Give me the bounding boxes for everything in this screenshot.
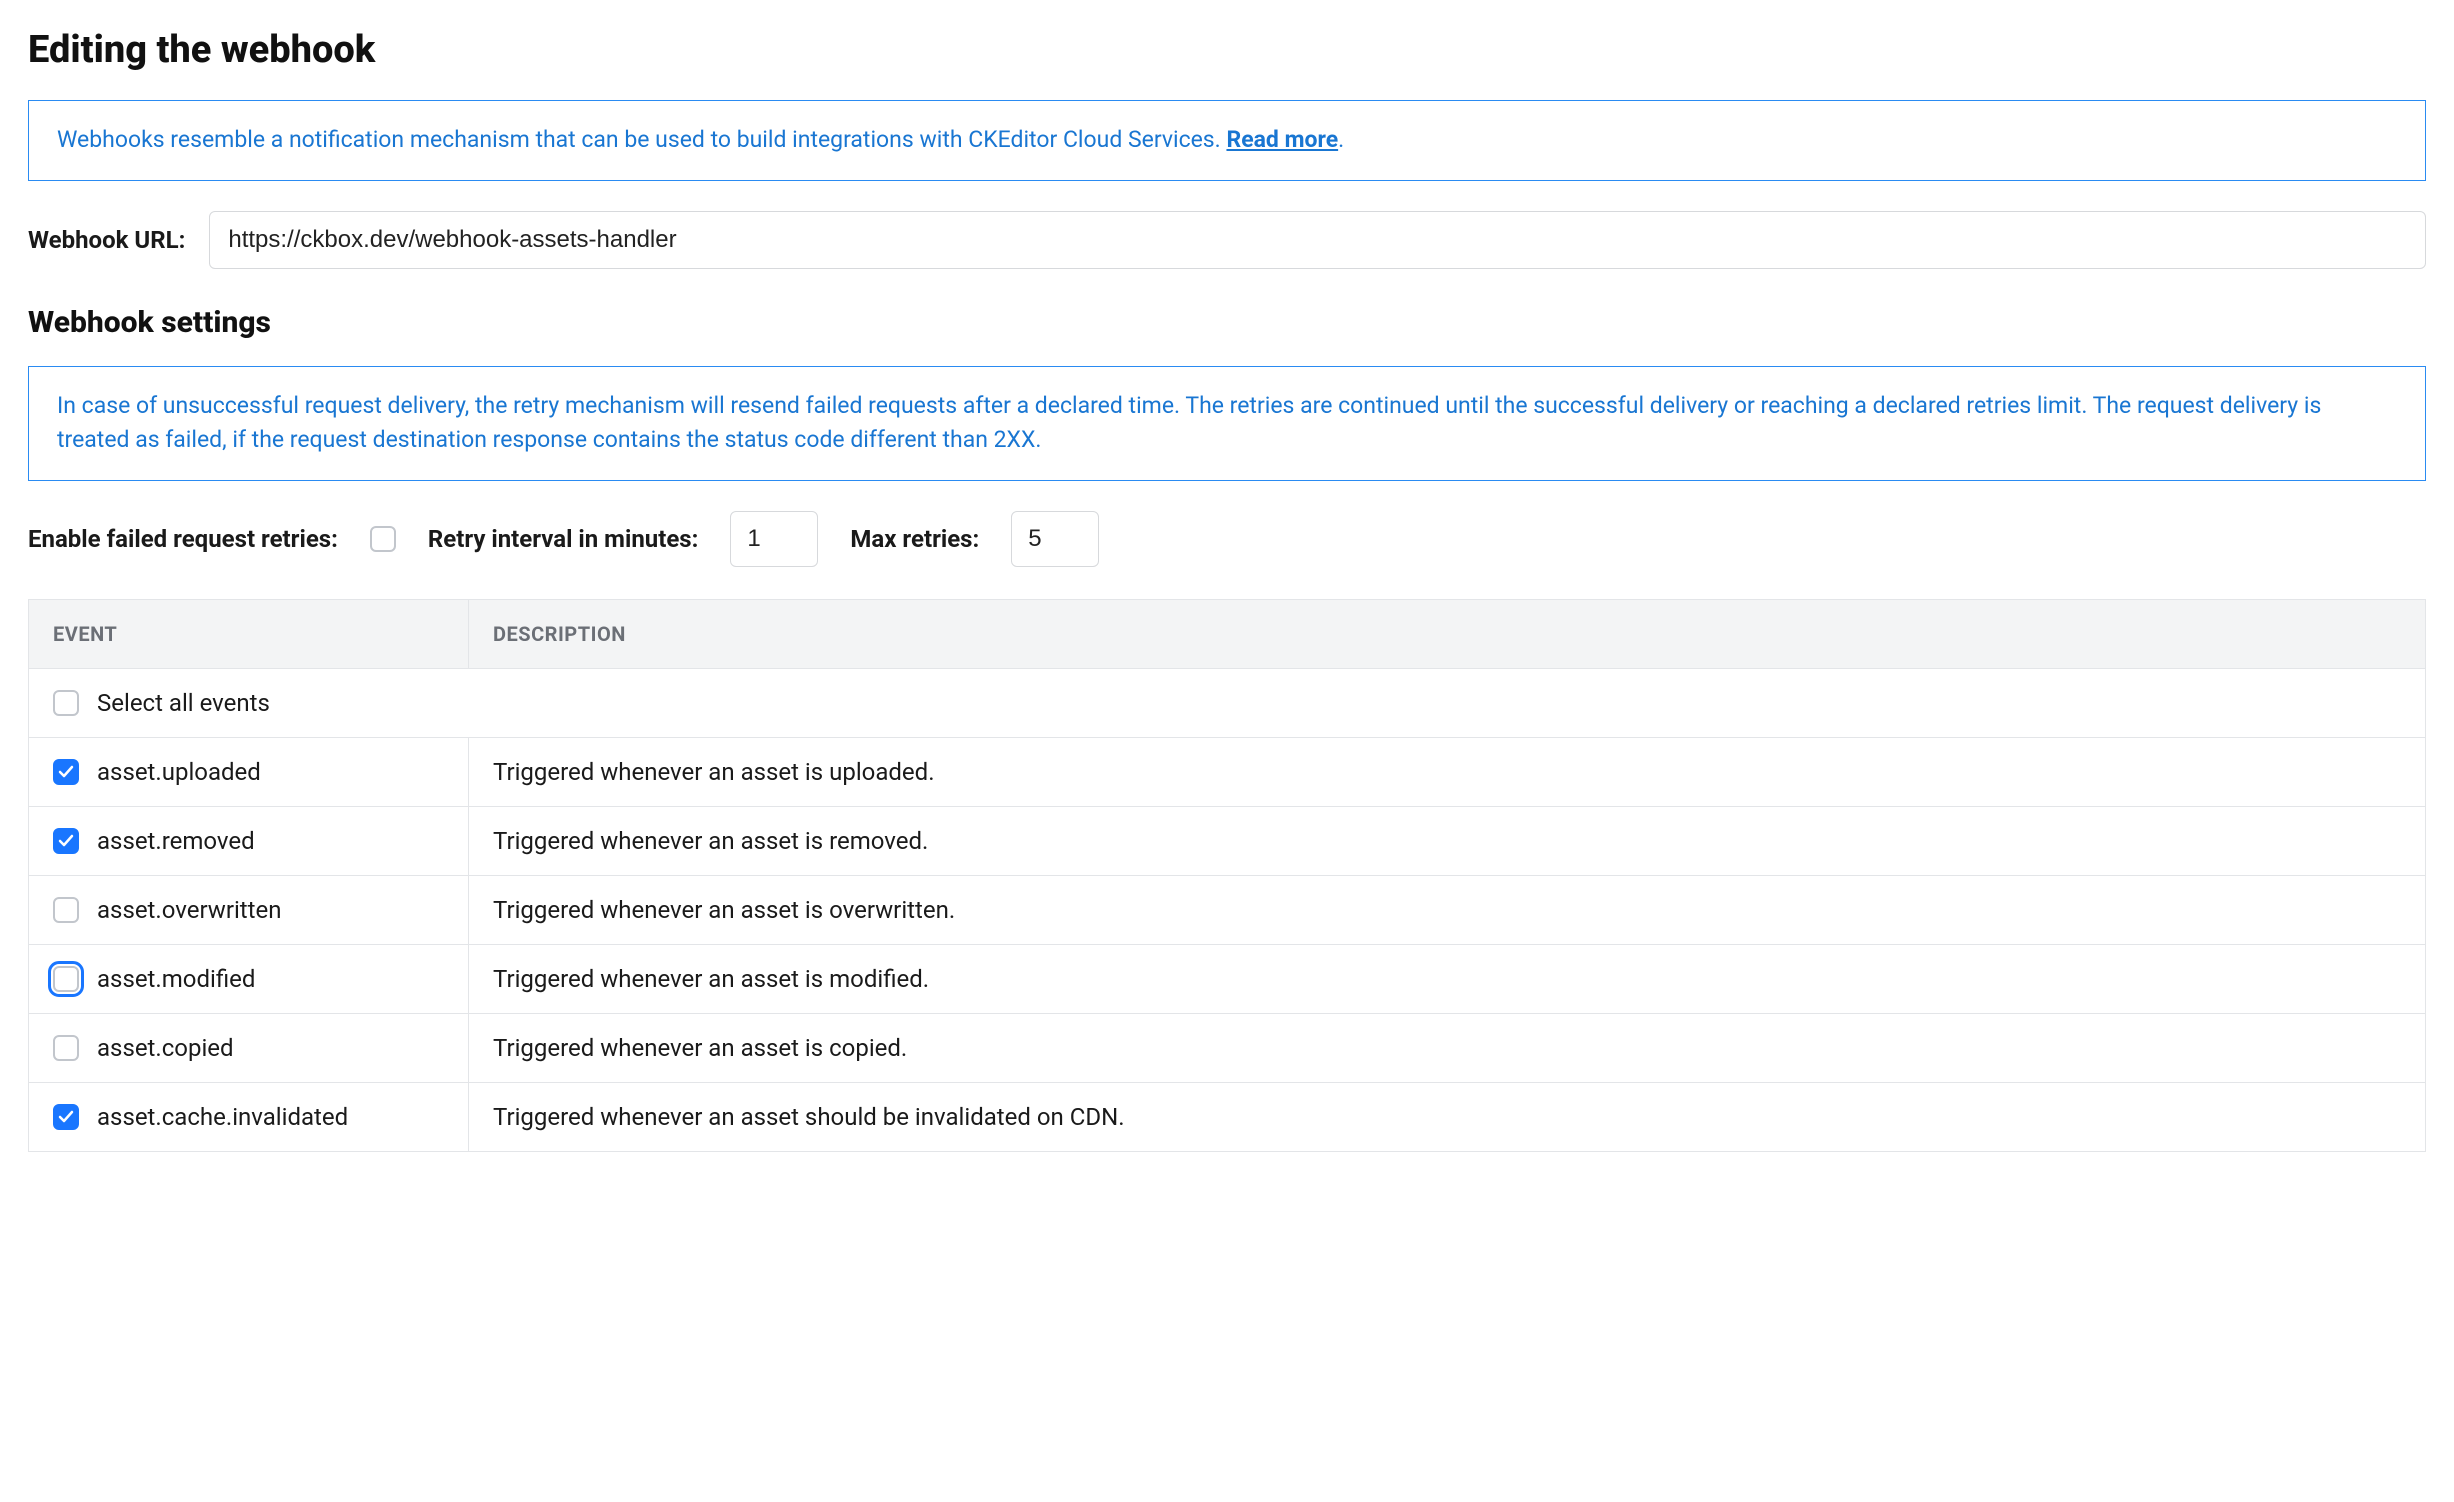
event-description: Triggered whenever an asset is removed. <box>469 806 2426 875</box>
event-name: asset.removed <box>97 827 255 855</box>
event-checkbox[interactable] <box>53 1035 79 1061</box>
event-name: asset.copied <box>97 1034 234 1062</box>
table-row: asset.copied Triggered whenever an asset … <box>29 1013 2426 1082</box>
event-description: Triggered whenever an asset is uploaded. <box>469 737 2426 806</box>
retry-interval-input[interactable] <box>730 511 818 567</box>
retry-settings-row: Enable failed request retries: Retry int… <box>28 511 2426 567</box>
table-row: asset.uploaded Triggered whenever an asse… <box>29 737 2426 806</box>
event-checkbox[interactable] <box>53 897 79 923</box>
event-name: asset.modified <box>97 965 255 993</box>
max-retries-label: Max retries: <box>850 525 979 553</box>
table-row: asset.cache.invalidated Triggered wheneve… <box>29 1082 2426 1151</box>
event-description: Triggered whenever an asset should be in… <box>469 1082 2426 1151</box>
event-description: Triggered whenever an asset is overwritt… <box>469 875 2426 944</box>
event-description: Triggered whenever an asset is copied. <box>469 1013 2426 1082</box>
col-description: DESCRIPTION <box>469 599 2426 668</box>
event-checkbox[interactable] <box>53 1104 79 1130</box>
table-header-row: EVENT DESCRIPTION <box>29 599 2426 668</box>
info-webhooks: Webhooks resemble a notification mechani… <box>28 100 2426 181</box>
webhook-settings-heading: Webhook settings <box>28 305 2426 340</box>
event-checkbox[interactable] <box>53 966 79 992</box>
webhook-url-input[interactable] <box>209 211 2426 269</box>
event-name: asset.cache.invalidated <box>97 1103 348 1131</box>
info-webhooks-tail: . <box>1338 126 1344 153</box>
retry-interval-label: Retry interval in minutes: <box>428 525 699 553</box>
event-checkbox[interactable] <box>53 828 79 854</box>
select-all-checkbox[interactable] <box>53 690 79 716</box>
select-all-row: Select all events <box>29 668 2426 737</box>
page-title: Editing the webhook <box>28 28 2426 72</box>
info-webhooks-text: Webhooks resemble a notification mechani… <box>57 126 1226 153</box>
max-retries-input[interactable] <box>1011 511 1099 567</box>
col-event: EVENT <box>29 599 469 668</box>
table-row: asset.modified Triggered whenever an asse… <box>29 944 2426 1013</box>
enable-retries-checkbox[interactable] <box>370 526 396 552</box>
events-table: EVENT DESCRIPTION Select all events asse… <box>28 599 2426 1152</box>
event-description: Triggered whenever an asset is modified. <box>469 944 2426 1013</box>
enable-retries-label: Enable failed request retries: <box>28 525 338 553</box>
read-more-link[interactable]: Read more <box>1226 126 1338 153</box>
info-retries: In case of unsuccessful request delivery… <box>28 366 2426 481</box>
event-name: asset.overwritten <box>97 896 281 924</box>
event-checkbox[interactable] <box>53 759 79 785</box>
table-row: asset.overwritten Triggered whenever an a… <box>29 875 2426 944</box>
webhook-url-row: Webhook URL: <box>28 211 2426 269</box>
table-row: asset.removed Triggered whenever an asset… <box>29 806 2426 875</box>
webhook-url-label: Webhook URL: <box>28 226 185 254</box>
event-name: asset.uploaded <box>97 758 261 786</box>
select-all-label: Select all events <box>97 689 270 717</box>
info-retries-text: In case of unsuccessful request delivery… <box>57 392 2321 454</box>
